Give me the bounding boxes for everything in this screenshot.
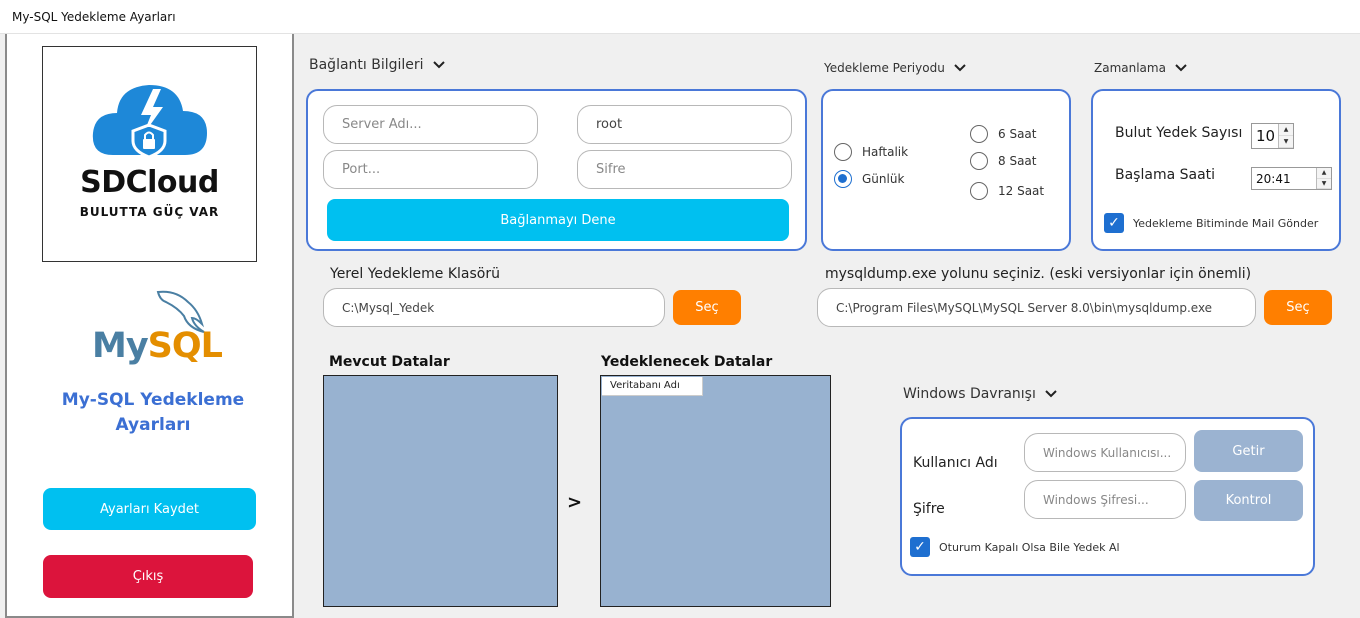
radio-button[interactable]	[834, 143, 852, 161]
chevron-down-icon	[1175, 64, 1187, 72]
mysqldump-path-label: mysqldump.exe yolunu seçiniz. (eski vers…	[825, 266, 1252, 282]
column-header-database-name[interactable]: Veritabanı Adı	[602, 377, 703, 396]
brand-tagline: BULUTTA GÜÇ VAR	[79, 205, 220, 219]
chevron-down-icon	[432, 61, 445, 69]
move-to-backup-button[interactable]: >	[567, 492, 582, 513]
window-title: My-SQL Yedekleme Ayarları	[12, 10, 176, 24]
get-user-button[interactable]: Getir	[1194, 430, 1303, 472]
period-section-header[interactable]: Yedekleme Periyodu	[824, 61, 967, 75]
stepper-down-icon[interactable]: ▼	[1317, 178, 1331, 189]
local-folder-input[interactable]: C:\Mysql_Yedek	[323, 288, 665, 327]
period-option-label: Günlük	[862, 172, 905, 186]
backup-data-label: Yedeklenecek Datalar	[601, 354, 773, 370]
windows-password-label: Şifre	[913, 501, 945, 517]
period-section-label: Yedekleme Periyodu	[824, 61, 945, 75]
brand-name: SDCloud	[80, 165, 219, 200]
period-option-label: 12 Saat	[998, 184, 1045, 198]
brand-logo: SDCloud BULUTTA GÜÇ VAR	[42, 46, 257, 262]
stepper-buttons[interactable]: ▲ ▼	[1316, 168, 1331, 189]
check-credentials-button[interactable]: Kontrol	[1194, 480, 1303, 521]
logged-off-checkbox[interactable]: ✓	[910, 537, 930, 557]
cloud-count-value: 10	[1256, 127, 1276, 145]
radio-button[interactable]	[970, 152, 988, 170]
windows-section-header[interactable]: Windows Davranışı	[903, 386, 1058, 402]
stepper-up-icon[interactable]: ▲	[1317, 168, 1331, 179]
schedule-section-header[interactable]: Zamanlama	[1094, 61, 1188, 75]
app-title: My-SQL Yedekleme Ayarları	[61, 390, 245, 435]
radio-button[interactable]	[970, 125, 988, 143]
password-input[interactable]: Sifre	[577, 150, 792, 189]
stepper-up-icon[interactable]: ▲	[1279, 124, 1293, 136]
logged-off-checkbox-label: Oturum Kapalı Olsa Bile Yedek Al	[939, 540, 1120, 554]
stepper-down-icon[interactable]: ▼	[1279, 136, 1293, 148]
existing-data-label: Mevcut Datalar	[329, 354, 450, 370]
stepper-buttons[interactable]: ▲ ▼	[1278, 124, 1293, 148]
radio-button[interactable]	[970, 182, 988, 200]
cloud-lightning-shield-icon	[92, 85, 207, 159]
period-option-label: 8 Saat	[998, 154, 1037, 168]
test-connection-button[interactable]: Bağlanmayı Dene	[327, 199, 789, 241]
existing-data-list[interactable]	[323, 375, 558, 607]
server-name-input[interactable]: Server Adı...	[323, 105, 538, 144]
mail-checkbox[interactable]: ✓	[1104, 213, 1124, 233]
exit-button[interactable]: Çıkış	[43, 555, 253, 598]
start-time-label: Başlama Saati	[1115, 167, 1216, 183]
mysql-text: MySQL	[92, 326, 223, 366]
period-option-label: 6 Saat	[998, 127, 1037, 141]
connection-section-header[interactable]: Bağlantı Bilgileri	[309, 57, 446, 73]
start-time-picker[interactable]: 20:41 ▲ ▼	[1251, 167, 1332, 190]
start-time-value: 20:41	[1256, 171, 1291, 186]
logged-off-checkbox-row[interactable]: ✓ Oturum Kapalı Olsa Bile Yedek Al	[910, 537, 1120, 557]
schedule-section-label: Zamanlama	[1094, 61, 1166, 75]
windows-username-input[interactable]: Windows Kullanıcısı...	[1024, 433, 1186, 472]
radio-button-selected[interactable]	[834, 170, 852, 188]
chevron-down-icon	[1045, 390, 1057, 398]
mail-checkbox-label: Yedekleme Bitiminde Mail Gönder	[1133, 216, 1319, 230]
mysql-text-my: My	[92, 326, 149, 366]
window-title-bar: My-SQL Yedekleme Ayarları	[0, 0, 1360, 34]
period-option-12h[interactable]: 12 Saat	[970, 182, 1044, 200]
windows-section-label: Windows Davranışı	[903, 386, 1036, 402]
mysql-text-sql: SQL	[147, 326, 223, 366]
mysql-logo: MySQL	[88, 288, 223, 368]
period-option-label: Haftalik	[862, 145, 909, 159]
period-option-weekly[interactable]: Haftalik	[834, 143, 908, 161]
period-option-daily[interactable]: Günlük	[834, 170, 904, 188]
mail-checkbox-row[interactable]: ✓ Yedekleme Bitiminde Mail Gönder	[1104, 213, 1318, 233]
save-settings-button[interactable]: Ayarları Kaydet	[43, 488, 256, 530]
username-input[interactable]: root	[577, 105, 792, 144]
port-input[interactable]: Port...	[323, 150, 538, 189]
local-folder-select-button[interactable]: Seç	[673, 290, 741, 325]
cloud-count-stepper[interactable]: 10 ▲ ▼	[1251, 123, 1294, 149]
windows-password-input[interactable]: Windows Şifresi...	[1024, 480, 1186, 519]
mysqldump-path-input[interactable]: C:\Program Files\MySQL\MySQL Server 8.0\…	[817, 288, 1256, 327]
windows-username-label: Kullanıcı Adı	[913, 455, 998, 471]
local-folder-label: Yerel Yedekleme Klasörü	[330, 266, 500, 282]
cloud-count-label: Bulut Yedek Sayısı	[1115, 125, 1243, 141]
period-option-6h[interactable]: 6 Saat	[970, 125, 1036, 143]
chevron-down-icon	[954, 64, 966, 72]
connection-section-label: Bağlantı Bilgileri	[309, 57, 424, 73]
mysqldump-select-button[interactable]: Seç	[1264, 290, 1332, 325]
period-option-8h[interactable]: 8 Saat	[970, 152, 1036, 170]
backup-data-list[interactable]: Veritabanı Adı	[600, 375, 831, 607]
